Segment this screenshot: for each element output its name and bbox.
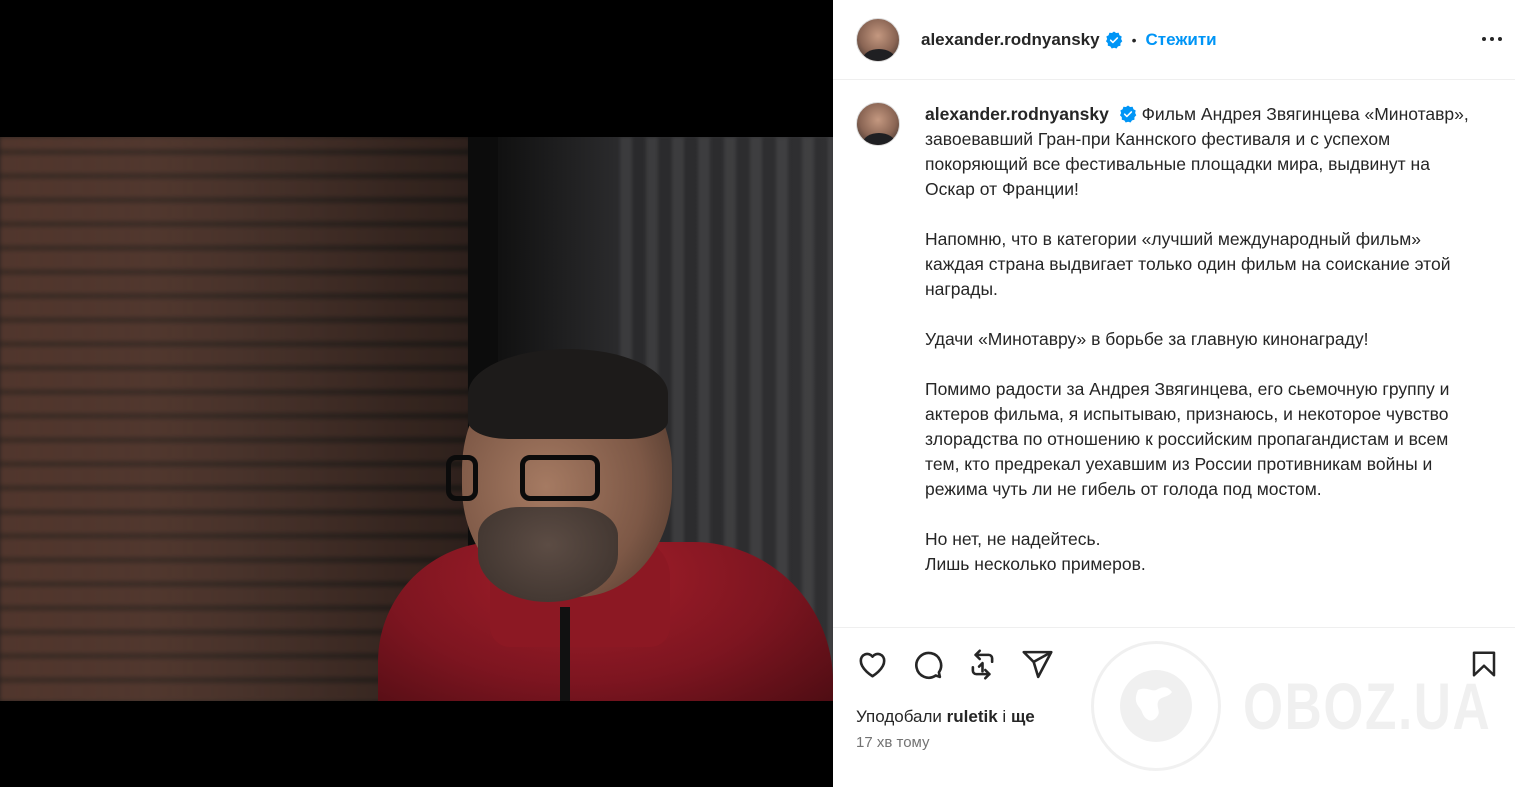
author-username[interactable]: alexander.rodnyansky bbox=[921, 30, 1100, 50]
post-timestamp[interactable]: 17 хв тому bbox=[856, 734, 930, 751]
heart-icon[interactable] bbox=[856, 648, 889, 681]
watermark-globe-icon bbox=[1091, 641, 1221, 771]
caption-paragraph: alexander.rodnyansky Фильм Андрея Звягин… bbox=[925, 102, 1480, 202]
photo-glasses bbox=[446, 455, 606, 507]
likes-others-link[interactable]: ще bbox=[1011, 707, 1035, 726]
post-actions-section: OBOZ.UA Уподобали ruletik і ще 17 хв том… bbox=[833, 627, 1515, 787]
likes-user-link[interactable]: ruletik bbox=[947, 707, 998, 726]
comment-icon[interactable] bbox=[911, 648, 944, 681]
post-header: alexander.rodnyansky • Стежити bbox=[833, 0, 1515, 80]
action-icons bbox=[856, 648, 1054, 680]
caption-username[interactable]: alexander.rodnyansky bbox=[925, 104, 1109, 124]
photo-beard bbox=[478, 507, 618, 602]
caption-paragraph-6: Лишь несколько примеров. bbox=[925, 554, 1146, 574]
more-options-icon[interactable] bbox=[1480, 29, 1504, 49]
watermark: OBOZ.UA bbox=[1091, 641, 1515, 771]
follow-button[interactable]: Стежити bbox=[1146, 30, 1217, 50]
likes-prefix: Уподобали bbox=[856, 707, 942, 726]
photo-hair bbox=[468, 349, 668, 439]
likes-summary: Уподобали ruletik і ще bbox=[856, 707, 1035, 727]
caption-paragraph-5: Но нет, не надейтесь. bbox=[925, 529, 1101, 549]
caption-paragraph-3: Удачи «Минотавру» в борьбе за главную ки… bbox=[925, 329, 1369, 349]
post-photo bbox=[0, 137, 833, 701]
post-media[interactable] bbox=[0, 0, 833, 787]
caption-text: alexander.rodnyansky Фильм Андрея Звягин… bbox=[925, 102, 1480, 577]
header-separator: • bbox=[1131, 31, 1137, 48]
caption-paragraph-2: Напомню, что в категории «лучший междуна… bbox=[925, 229, 1451, 299]
photo-zipper bbox=[560, 607, 570, 701]
post-side-panel: alexander.rodnyansky • Стежити alexander… bbox=[833, 0, 1515, 787]
verified-badge-icon bbox=[1119, 105, 1137, 123]
post-caption: alexander.rodnyansky Фильм Андрея Звягин… bbox=[856, 102, 1495, 577]
repost-icon[interactable] bbox=[966, 648, 999, 681]
send-icon[interactable] bbox=[1021, 648, 1054, 681]
verified-badge-icon bbox=[1105, 30, 1122, 49]
bookmark-icon[interactable] bbox=[1469, 648, 1499, 680]
watermark-text: OBOZ.UA bbox=[1243, 669, 1492, 743]
caption-paragraph-4: Помимо радости за Андрея Звягинцева, его… bbox=[925, 379, 1450, 499]
likes-middle: і bbox=[1002, 707, 1007, 726]
author-avatar[interactable] bbox=[856, 17, 900, 62]
caption-author-avatar[interactable] bbox=[856, 102, 900, 146]
